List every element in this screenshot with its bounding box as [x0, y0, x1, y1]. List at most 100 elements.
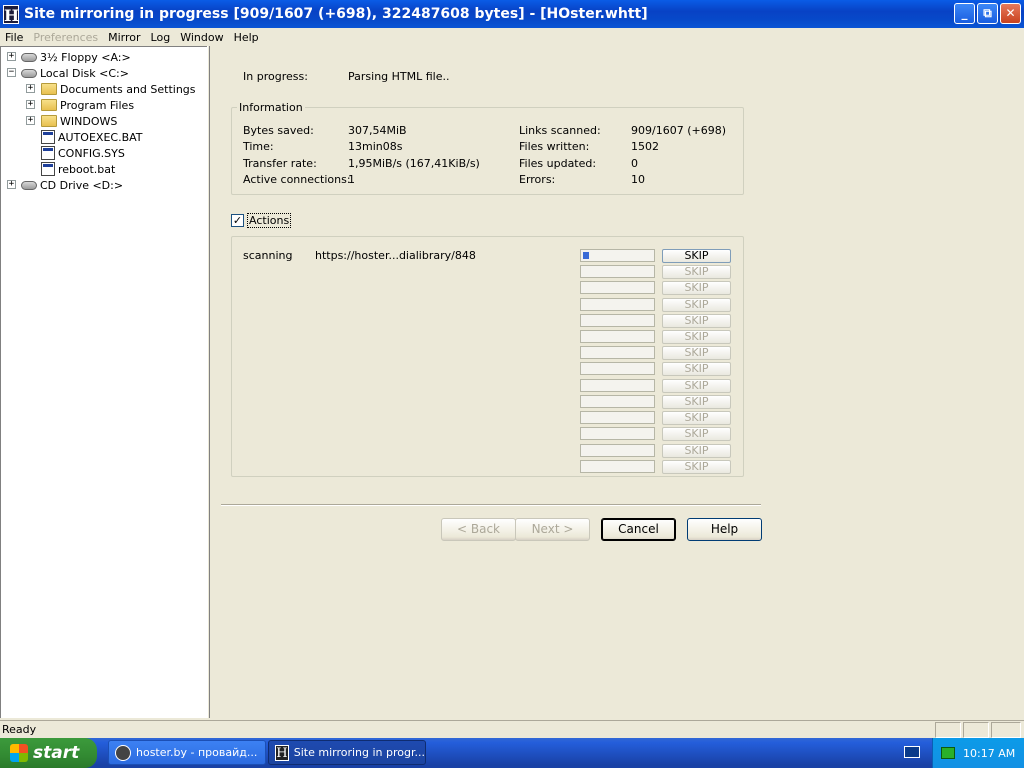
tree-item-config[interactable]: CONFIG.SYS — [41, 145, 125, 161]
menu-mirror[interactable]: Mirror — [103, 31, 145, 44]
skip-button[interactable]: SKIP — [662, 395, 731, 409]
tree-item-label: Program Files — [60, 98, 135, 112]
tree-item-program-files[interactable]: Program Files — [41, 97, 134, 113]
skip-button[interactable]: SKIP — [662, 379, 731, 393]
status-pane — [963, 722, 989, 738]
action-progress-bar — [580, 249, 655, 262]
expand-icon[interactable]: + — [7, 52, 16, 61]
taskbar-item-browser[interactable]: hoster.by - провайд... — [108, 740, 266, 765]
tree-item-autoexec[interactable]: AUTOEXEC.BAT — [41, 129, 143, 145]
status-pane — [935, 722, 961, 738]
tree-item-label: Local Disk <C:> — [40, 66, 129, 80]
transfer-rate-value: 1,95MiB/s (167,41KiB/s) — [348, 157, 480, 170]
action-status: scanning — [243, 249, 293, 262]
tree-item-label: reboot.bat — [58, 162, 116, 176]
window-title: Site mirroring in progress [909/1607 (+6… — [24, 6, 648, 22]
bytes-saved-value: 307,54MiB — [348, 124, 407, 137]
expand-icon[interactable]: + — [26, 116, 35, 125]
taskbar: start hoster.by - провайд... H Site mirr… — [0, 738, 1024, 768]
tree-item-label: CONFIG.SYS — [58, 146, 125, 160]
status-bar: Ready — [0, 720, 1024, 738]
file-icon — [41, 146, 55, 160]
skip-button[interactable]: SKIP — [662, 249, 731, 263]
folder-tree[interactable]: + 3½ Floppy <A:> − Local Disk <C:> + Doc… — [0, 46, 207, 718]
skip-button[interactable]: SKIP — [662, 444, 731, 458]
expand-icon[interactable]: + — [26, 100, 35, 109]
expand-icon[interactable]: + — [7, 180, 16, 189]
time-value: 13min08s — [348, 140, 403, 153]
taskbar-item-label: hoster.by - провайд... — [136, 746, 258, 759]
keyboard-icon[interactable] — [904, 746, 920, 758]
menu-window[interactable]: Window — [175, 31, 228, 44]
tree-item-cd-drive[interactable]: CD Drive <D:> — [21, 177, 123, 193]
skip-button[interactable]: SKIP — [662, 265, 731, 279]
system-tray: 10:17 AM — [932, 738, 1024, 768]
app-icon: H — [275, 744, 289, 761]
active-connections-label: Active connections: — [243, 173, 351, 186]
menu-file[interactable]: File — [0, 31, 28, 44]
skip-button[interactable]: SKIP — [662, 460, 731, 474]
tree-item-reboot[interactable]: reboot.bat — [41, 161, 115, 177]
tree-item-local-disk[interactable]: Local Disk <C:> — [21, 65, 129, 81]
expand-icon[interactable]: + — [26, 84, 35, 93]
in-progress-value: Parsing HTML file.. — [348, 70, 450, 83]
network-icon[interactable] — [941, 747, 955, 759]
action-url: https://hoster...dialibrary/848 — [315, 249, 476, 262]
tree-item-documents[interactable]: Documents and Settings — [41, 81, 196, 97]
skip-button[interactable]: SKIP — [662, 281, 731, 295]
file-icon — [41, 162, 55, 176]
skip-button[interactable]: SKIP — [662, 427, 731, 441]
actions-checkbox[interactable]: ✓ — [231, 214, 244, 227]
skip-button[interactable]: SKIP — [662, 314, 731, 328]
menu-log[interactable]: Log — [146, 31, 176, 44]
browser-icon — [115, 744, 131, 761]
action-progress-bar — [580, 298, 655, 311]
clock[interactable]: 10:17 AM — [963, 747, 1015, 760]
information-legend: Information — [237, 101, 305, 114]
cd-drive-icon — [21, 180, 37, 190]
separator — [221, 504, 761, 506]
actions-checkbox-label[interactable]: Actions — [247, 213, 292, 228]
action-progress-bar — [580, 346, 655, 359]
status-pane — [991, 722, 1021, 738]
collapse-icon[interactable]: − — [7, 68, 16, 77]
skip-button[interactable]: SKIP — [662, 362, 731, 376]
folder-icon — [41, 99, 57, 111]
active-connections-value: 1 — [348, 173, 355, 186]
taskbar-item-mirroring[interactable]: H Site mirroring in progr... — [268, 740, 426, 765]
skip-button[interactable]: SKIP — [662, 346, 731, 360]
tree-item-label: 3½ Floppy <A:> — [40, 50, 131, 64]
floppy-drive-icon — [21, 52, 37, 62]
back-button[interactable]: < Back — [441, 518, 516, 541]
folder-icon — [41, 115, 57, 127]
errors-label: Errors: — [519, 173, 556, 186]
tree-item-windows[interactable]: WINDOWS — [41, 113, 117, 129]
skip-button[interactable]: SKIP — [662, 330, 731, 344]
next-button[interactable]: Next > — [515, 518, 590, 541]
cancel-button[interactable]: Cancel — [601, 518, 676, 541]
tree-item-floppy[interactable]: 3½ Floppy <A:> — [21, 49, 131, 65]
start-button[interactable]: start — [0, 738, 97, 768]
action-progress-bar — [580, 395, 655, 408]
help-button[interactable]: Help — [687, 518, 762, 541]
time-label: Time: — [243, 140, 274, 153]
links-scanned-label: Links scanned: — [519, 124, 601, 137]
hard-drive-icon — [21, 68, 37, 78]
start-label: start — [33, 743, 80, 763]
close-button[interactable]: ✕ — [1000, 3, 1021, 24]
skip-button[interactable]: SKIP — [662, 411, 731, 425]
transfer-rate-label: Transfer rate: — [243, 157, 317, 170]
tree-item-label: AUTOEXEC.BAT — [58, 130, 143, 144]
windows-logo-icon — [10, 744, 28, 762]
action-progress-bar — [580, 460, 655, 473]
skip-button[interactable]: SKIP — [662, 298, 731, 312]
menu-help[interactable]: Help — [229, 31, 264, 44]
restore-button[interactable]: ⧉ — [977, 3, 998, 24]
minimize-button[interactable]: _ — [954, 3, 975, 24]
tree-item-label: Documents and Settings — [60, 82, 196, 96]
action-progress-bar — [580, 265, 655, 278]
action-progress-bar — [580, 444, 655, 457]
action-progress-bar — [580, 411, 655, 424]
bytes-saved-label: Bytes saved: — [243, 124, 314, 137]
title-bar[interactable]: H Site mirroring in progress [909/1607 (… — [0, 0, 1024, 28]
